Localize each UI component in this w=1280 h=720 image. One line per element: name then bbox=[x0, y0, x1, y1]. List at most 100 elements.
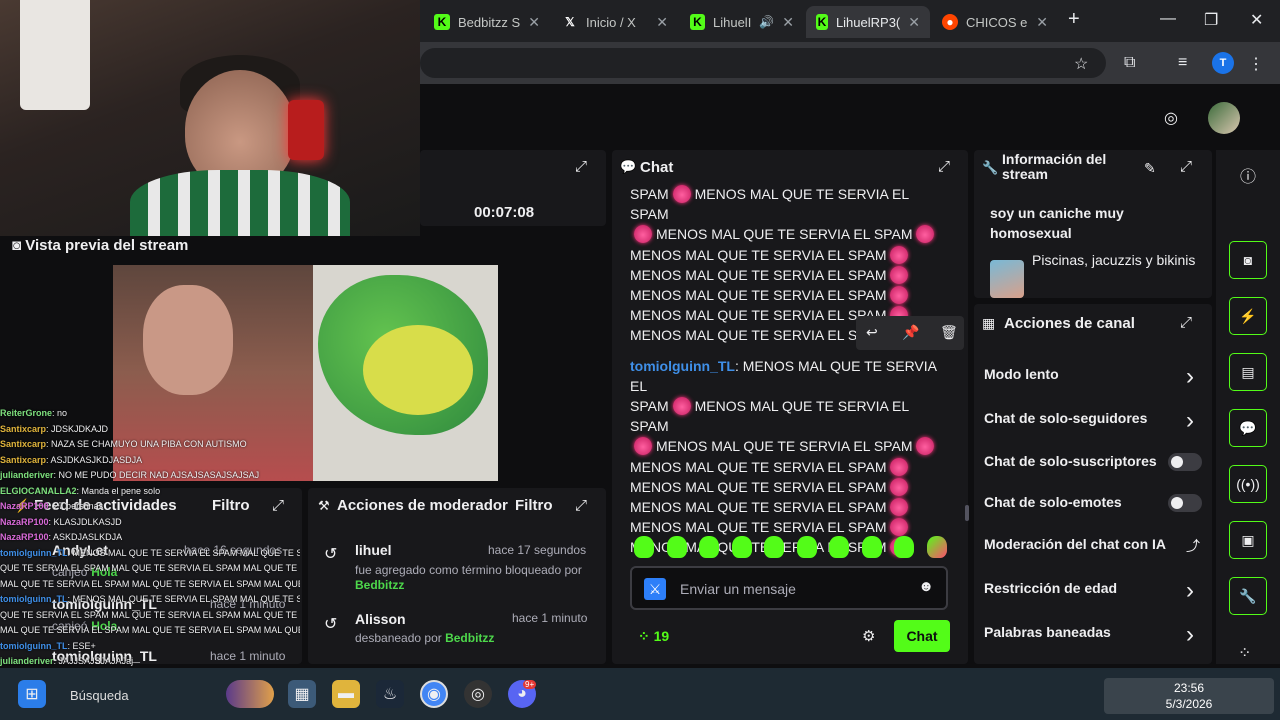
broadcast-icon[interactable]: ((•)) bbox=[1229, 465, 1267, 503]
chat-message[interactable]: tomiolguinn_TL: MENOS MAL QUE TE SERVIA … bbox=[630, 356, 950, 558]
widget-icon[interactable] bbox=[226, 680, 274, 708]
folder-icon[interactable]: ▬ bbox=[332, 680, 360, 708]
close-window-icon[interactable]: ✕ bbox=[1250, 10, 1263, 30]
pepe-emote-icon bbox=[672, 397, 691, 416]
preview-face bbox=[143, 285, 233, 395]
overlay-chat-line: Santixcarp: NAZA SE CHAMUYO UNA PIBA CON… bbox=[0, 439, 247, 449]
taskbar bbox=[0, 668, 1280, 720]
mod-filter-button[interactable]: Filtro bbox=[515, 497, 553, 514]
chevron-right-icon[interactable]: › bbox=[1186, 407, 1194, 435]
preview-title: ◙ Vista previa del stream bbox=[12, 237, 189, 254]
close-icon[interactable]: ✕ bbox=[1036, 14, 1048, 31]
tab-bedbitzz[interactable]: K Bedbitzz S ✕ bbox=[424, 6, 550, 38]
tab-lihuelrp[interactable]: K LihuelRP3( ✕ bbox=[806, 6, 930, 38]
document-icon[interactable]: ▤ bbox=[1229, 353, 1267, 391]
chat-input[interactable] bbox=[680, 578, 900, 600]
action-row-label[interactable]: Restricción de edad bbox=[984, 580, 1117, 596]
extensions-icon[interactable]: ⧉ bbox=[1124, 54, 1135, 72]
start-icon[interactable]: ⊞ bbox=[18, 680, 46, 708]
webcam-overlay bbox=[0, 0, 420, 236]
expand-icon[interactable]: ⤢ bbox=[1180, 158, 1192, 175]
close-icon[interactable]: ✕ bbox=[656, 14, 668, 31]
tab-lihuel[interactable]: K LihuelI 🔊 ✕ bbox=[680, 6, 804, 38]
reply-icon[interactable]: ↩ bbox=[866, 324, 878, 341]
emote-icon[interactable] bbox=[699, 536, 719, 558]
category-thumbnail[interactable] bbox=[990, 260, 1024, 298]
timer-icon[interactable]: ◎ bbox=[1164, 108, 1178, 128]
microphone bbox=[288, 100, 324, 160]
chat-scrollbar[interactable] bbox=[965, 505, 969, 521]
expand-icon[interactable]: ⤢ bbox=[1180, 314, 1192, 331]
delete-icon[interactable]: 🗑 bbox=[940, 324, 958, 341]
system-clock[interactable]: 23:56 5/3/2026 bbox=[1104, 678, 1274, 714]
chat-icon[interactable]: 💬 bbox=[1229, 409, 1267, 447]
send-chat-button[interactable]: Chat bbox=[894, 620, 950, 652]
restore-icon[interactable]: ❐ bbox=[1204, 10, 1218, 30]
external-link-icon[interactable]: ⤴ bbox=[1186, 536, 1200, 556]
overlay-chat-line: tomiolguinn_TL: ESE+ bbox=[0, 640, 96, 651]
emoji-icon[interactable]: ☻ bbox=[918, 578, 934, 595]
avatar[interactable] bbox=[1208, 102, 1240, 134]
reddit-icon: ● bbox=[942, 14, 958, 30]
pin-icon[interactable]: 📌 bbox=[902, 324, 919, 341]
action-row-label[interactable]: Chat de solo-suscriptores bbox=[984, 453, 1157, 469]
toggle-switch[interactable] bbox=[1168, 494, 1202, 512]
emote-icon[interactable] bbox=[764, 536, 784, 558]
edit-icon[interactable]: ✎ bbox=[1144, 160, 1156, 177]
obs-icon[interactable]: ◎ bbox=[464, 680, 492, 708]
overlay-chat-line: ReiterGrone: no bbox=[0, 408, 68, 418]
close-icon[interactable]: ✕ bbox=[528, 14, 540, 31]
pepe-emote-icon bbox=[890, 286, 909, 305]
chat-username: tomiolguinn_TL bbox=[630, 357, 735, 374]
emote-icon[interactable] bbox=[861, 536, 882, 558]
star-icon[interactable]: ☆ bbox=[1074, 54, 1088, 74]
toggle-switch[interactable] bbox=[1168, 453, 1202, 471]
tab-x[interactable]: 𝕏 Inicio / X ✕ bbox=[552, 6, 678, 38]
chrome-icon[interactable]: ◉ bbox=[420, 680, 448, 708]
address-input[interactable] bbox=[420, 48, 1106, 78]
action-row-label[interactable]: Chat de solo-seguidores bbox=[984, 410, 1147, 426]
profile-avatar[interactable]: T bbox=[1212, 52, 1234, 74]
wrench-icon[interactable]: 🔧 bbox=[1229, 577, 1267, 615]
category-name[interactable]: Piscinas, jacuzzis y bikinis bbox=[1032, 250, 1202, 270]
gear-icon[interactable]: ⚙ bbox=[862, 627, 875, 645]
action-row-label[interactable]: Palabras baneadas bbox=[984, 624, 1111, 640]
layout-icon[interactable]: ▣ bbox=[1229, 521, 1267, 559]
chevron-right-icon[interactable]: › bbox=[1186, 577, 1194, 605]
x-icon: 𝕏 bbox=[565, 15, 575, 29]
close-icon[interactable]: ✕ bbox=[908, 14, 920, 31]
emote-icon[interactable] bbox=[731, 536, 752, 558]
close-icon[interactable]: ✕ bbox=[782, 14, 794, 31]
info-icon[interactable]: ⓘ bbox=[1240, 163, 1256, 187]
community-icon[interactable]: ⁘ bbox=[1238, 643, 1251, 663]
emote-icon[interactable] bbox=[796, 536, 817, 558]
new-tab-button[interactable]: + bbox=[1068, 8, 1080, 31]
emote-icon[interactable] bbox=[894, 536, 914, 558]
menu-icon[interactable]: ⋮ bbox=[1248, 54, 1264, 74]
action-row-label[interactable]: Chat de solo-emotes bbox=[984, 494, 1122, 510]
action-row-label[interactable]: Moderación del chat con IA bbox=[984, 536, 1166, 552]
emote-icon[interactable] bbox=[634, 536, 654, 558]
tab-chicos[interactable]: ● CHICOS e ✕ bbox=[932, 6, 1058, 38]
media-icon[interactable]: ≡ bbox=[1178, 54, 1187, 72]
webcam-shirt bbox=[130, 170, 350, 236]
chevron-right-icon[interactable]: › bbox=[1186, 363, 1194, 391]
action-row-label[interactable]: Modo lento bbox=[984, 366, 1059, 382]
emote-icon[interactable] bbox=[829, 536, 849, 558]
pepe-emote-icon bbox=[672, 185, 691, 203]
hammer-icon: ⚒ bbox=[318, 498, 330, 513]
expand-icon[interactable]: ⤢ bbox=[575, 158, 587, 175]
overlay-chat-line: NazaRP100: ASKDJASLKDJA bbox=[0, 532, 123, 542]
channel-actions-panel bbox=[974, 304, 1212, 664]
taskbar-search[interactable]: Búsqueda bbox=[70, 688, 129, 703]
steam-icon[interactable]: ♨ bbox=[376, 680, 404, 708]
emote-icon[interactable] bbox=[666, 536, 687, 558]
camera-icon[interactable]: ◙ bbox=[1229, 241, 1267, 279]
minimize-icon[interactable]: — bbox=[1160, 10, 1176, 28]
chevron-right-icon[interactable]: › bbox=[1186, 621, 1194, 649]
expand-icon[interactable]: ⤢ bbox=[575, 497, 587, 514]
store-icon[interactable]: ▦ bbox=[288, 680, 316, 708]
lightning-icon[interactable]: ⚡ bbox=[1229, 297, 1267, 335]
emote-icon[interactable] bbox=[926, 536, 947, 558]
expand-icon[interactable]: ⤢ bbox=[938, 158, 950, 175]
